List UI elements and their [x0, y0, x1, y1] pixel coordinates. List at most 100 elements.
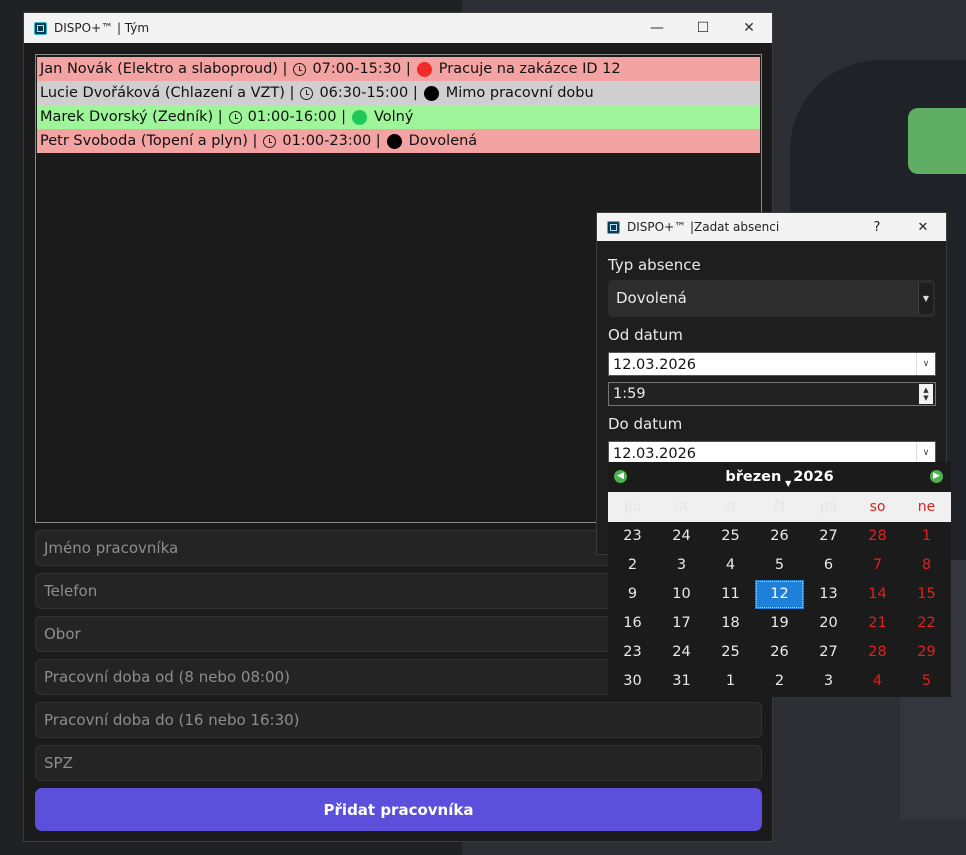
- absence-type-value: Dovolená: [616, 289, 687, 307]
- calendar-day[interactable]: 11: [706, 580, 755, 609]
- close-button[interactable]: ✕: [726, 13, 772, 43]
- weekday-label: út: [674, 499, 689, 515]
- status-dot-icon: [386, 133, 402, 149]
- time-spinbox[interactable]: 1:59 ▲ ▼: [608, 382, 936, 406]
- calendar-day[interactable]: 13: [804, 580, 853, 609]
- calendar-day[interactable]: 3: [657, 551, 706, 580]
- calendar-day[interactable]: 27: [804, 522, 853, 551]
- calendar-day[interactable]: 8: [902, 551, 951, 580]
- list-item[interactable]: Lucie Dvořáková (Chlazení a VZT) | 06:30…: [37, 81, 760, 105]
- worker-hours: 01:00-16:00 |: [247, 109, 346, 125]
- prev-month-icon[interactable]: ◀: [614, 470, 627, 483]
- desktop-wallpaper-shape: [908, 108, 966, 174]
- calendar-day[interactable]: 26: [755, 522, 804, 551]
- calendar-day[interactable]: 2: [608, 551, 657, 580]
- dialog-titlebar[interactable]: DISPO+™ |Zadat absenci ? ✕: [597, 213, 946, 241]
- worker-name: Petr Svoboda (Topení a plyn) |: [40, 133, 258, 149]
- time-value: 1:59: [613, 386, 646, 402]
- calendar-day[interactable]: 7: [853, 551, 902, 580]
- calendar-day[interactable]: 17: [657, 609, 706, 638]
- calendar-day[interactable]: 23: [608, 522, 657, 551]
- worker-status: Dovolená: [408, 133, 478, 149]
- next-month-icon[interactable]: ▶: [930, 470, 943, 483]
- weekday-label: čt: [772, 499, 787, 515]
- calendar-day[interactable]: 12: [755, 580, 804, 609]
- worker-name: Marek Dvorský (Zedník) |: [40, 109, 223, 125]
- calendar-day[interactable]: 5: [755, 551, 804, 580]
- calendar-day[interactable]: 23: [608, 638, 657, 667]
- calendar-day[interactable]: 19: [755, 609, 804, 638]
- calendar-day[interactable]: 25: [706, 638, 755, 667]
- calendar-day[interactable]: 25: [706, 522, 755, 551]
- worker-hours: 06:30-15:00 |: [319, 85, 418, 101]
- to-date-value: 12.03.2026: [613, 446, 697, 462]
- chevron-down-icon[interactable]: ▼: [918, 283, 933, 314]
- spin-arrows-icon[interactable]: ▲ ▼: [919, 384, 933, 404]
- calendar-day[interactable]: 30: [608, 667, 657, 696]
- status-dot-icon: [351, 109, 367, 125]
- calendar-day[interactable]: 2: [755, 667, 804, 696]
- calendar-day[interactable]: 18: [706, 609, 755, 638]
- chevron-down-icon: ▼: [785, 479, 792, 488]
- maximize-button[interactable]: ☐: [680, 13, 726, 43]
- help-button[interactable]: ?: [854, 213, 900, 241]
- calendar-day[interactable]: 4: [853, 667, 902, 696]
- calendar-grid: 23 24 25 26 27 28 1 2 3 4 5 6 7 8 9 10 11 12 13 14 15 16 17 18 1…: [608, 522, 951, 696]
- add-worker-button[interactable]: Přidat pracovníka: [35, 788, 762, 831]
- worker-status: Pracuje na zakázce ID 12: [438, 61, 621, 77]
- calendar-day[interactable]: 3: [804, 667, 853, 696]
- calendar-day[interactable]: 24: [657, 638, 706, 667]
- chevron-down-icon[interactable]: ∨: [916, 442, 935, 464]
- worker-status: Volný: [373, 109, 414, 125]
- window-title: DISPO+™ | Tým: [54, 21, 150, 35]
- calendar-day[interactable]: 5: [902, 667, 951, 696]
- calendar-day[interactable]: 9: [608, 580, 657, 609]
- calendar-day[interactable]: 1: [706, 667, 755, 696]
- calendar-day[interactable]: 15: [902, 580, 951, 609]
- calendar-day[interactable]: 28: [853, 638, 902, 667]
- from-date-input[interactable]: 12.03.2026 ∨: [608, 352, 936, 376]
- calendar-day[interactable]: 14: [853, 580, 902, 609]
- dialog-title: DISPO+™ |Zadat absenci: [627, 220, 780, 234]
- worker-name: Lucie Dvořáková (Chlazení a VZT) |: [40, 85, 295, 101]
- clock-icon: [293, 62, 307, 76]
- worker-hours: 01:00-23:00 |: [282, 133, 381, 149]
- weekday-label: ne: [917, 499, 936, 515]
- calendar-day[interactable]: 16: [608, 609, 657, 638]
- app-icon: [607, 220, 620, 234]
- dialog-close-button[interactable]: ✕: [900, 213, 946, 241]
- year-selector[interactable]: 2026: [793, 469, 833, 485]
- weekday-header: po út st čt pá so ne: [608, 492, 951, 522]
- calendar-day[interactable]: 10: [657, 580, 706, 609]
- titlebar[interactable]: DISPO+™ | Tým — ☐ ✕: [24, 13, 772, 43]
- calendar-day[interactable]: 6: [804, 551, 853, 580]
- absence-type-select[interactable]: Dovolená ▼: [608, 280, 935, 317]
- calendar-day[interactable]: 22: [902, 609, 951, 638]
- calendar-day[interactable]: 29: [902, 638, 951, 667]
- worker-hours: 07:00-15:30 |: [312, 61, 411, 77]
- calendar-day[interactable]: 28: [853, 522, 902, 551]
- chevron-down-icon[interactable]: ∨: [916, 353, 935, 375]
- spz-input[interactable]: SPZ: [35, 745, 762, 781]
- calendar-popup: ◀ březen ▼ 2026 ▶ po út st čt pá so ne 23 24 25 26…: [608, 462, 951, 697]
- calendar-day[interactable]: 1: [902, 522, 951, 551]
- calendar-day[interactable]: 20: [804, 609, 853, 638]
- month-selector[interactable]: březen ▼: [725, 469, 791, 488]
- month-label: březen: [725, 469, 782, 485]
- calendar-day[interactable]: 31: [657, 667, 706, 696]
- calendar-day[interactable]: 24: [657, 522, 706, 551]
- list-item[interactable]: Marek Dvorský (Zedník) | 01:00-16:00 | V…: [37, 105, 760, 129]
- minimize-button[interactable]: —: [634, 13, 680, 43]
- status-dot-icon: [423, 85, 439, 101]
- list-item[interactable]: Petr Svoboda (Topení a plyn) | 01:00-23:…: [37, 129, 760, 153]
- work-to-input[interactable]: Pracovní doba do (16 nebo 16:30): [35, 702, 762, 738]
- clock-icon: [263, 134, 277, 148]
- calendar-day[interactable]: 26: [755, 638, 804, 667]
- calendar-day[interactable]: 27: [804, 638, 853, 667]
- weekday-label: st: [724, 499, 737, 515]
- weekday-label: so: [869, 499, 886, 515]
- calendar-day[interactable]: 21: [853, 609, 902, 638]
- worker-name: Jan Novák (Elektro a slaboproud) |: [40, 61, 288, 77]
- list-item[interactable]: Jan Novák (Elektro a slaboproud) | 07:00…: [37, 57, 760, 81]
- calendar-day[interactable]: 4: [706, 551, 755, 580]
